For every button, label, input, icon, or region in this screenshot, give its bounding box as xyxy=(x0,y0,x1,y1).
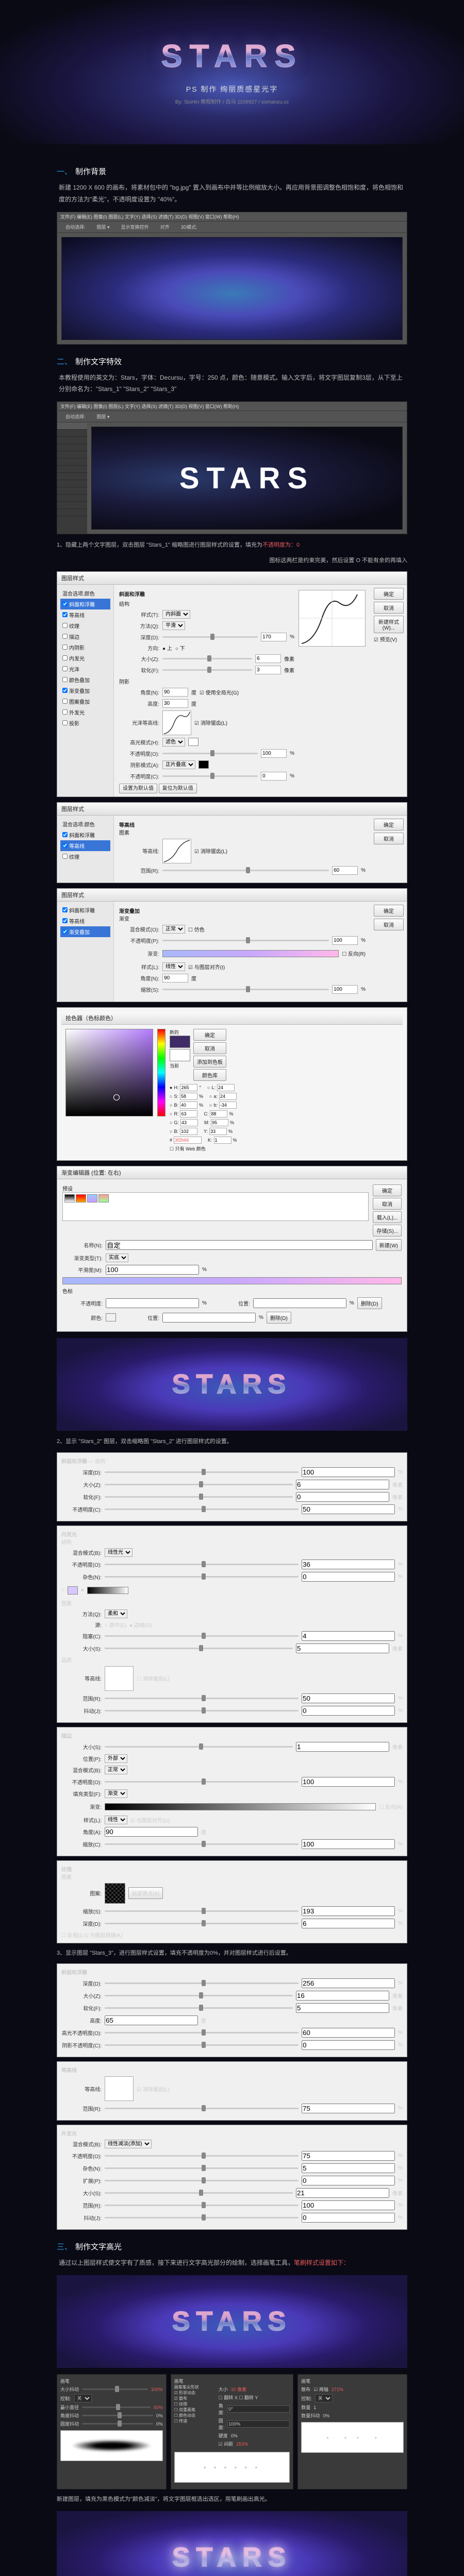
layer-style-contour-dialog: 图层样式 混合选项:颜色 斜面和浮雕 等高线 纹理 等高线 图素 等高线: ☑ … xyxy=(57,802,407,883)
brush-tip-panel: 画笔 画笔笔尖形状☑ 形状动态☑ 散布☐ 纹理☐ 双重画笔☐ 颜色动态☐ 传递 … xyxy=(171,2374,294,2489)
hero-title: STARS xyxy=(161,38,303,75)
cancel-button[interactable]: 取消 xyxy=(374,602,404,614)
brush-shape-panel: 画笔 大小抖动100% 控制:关 最小直径50% 角度抖动0% 圆度抖动0% xyxy=(57,2374,167,2489)
photoshop-window-2: 文件(F) 编辑(E) 图像(I) 图层(L) 文字(Y) 选择(S) 滤镜(T… xyxy=(57,401,407,534)
section-1-body: 新建 1200 X 600 的画布，将素材包中的 "bg.jpg" 置入到画布中… xyxy=(57,182,407,206)
ls-bevel-panel: 斜面和浮雕 结构 样式(T):内斜面 方法(Q):平滑 深度(D):% 方向:●… xyxy=(114,585,371,796)
hue-slider[interactable] xyxy=(157,1029,165,1116)
color-field[interactable] xyxy=(65,1029,153,1116)
note-2-1: 1、隐藏上两个文字图层，双击图层 "Stars_1" 缩略图进行图层样式的设置，… xyxy=(57,540,407,551)
stars-preview-3: STARS xyxy=(57,2511,407,2576)
ps-canvas-bg xyxy=(61,237,403,340)
note-2-3: 3、显示图层 "Stars_3"，进行图层样式设置，填充不透明度为0%，并对图层… xyxy=(57,1948,407,1959)
section-2-body: 本教程使用的英文为：Stars，字体：Decursu，字号：250 点，颜色：随… xyxy=(57,372,407,396)
section-2-title: 二、制作文字特效 xyxy=(57,356,407,367)
bevel-2-panel: 斜面和浮雕 — 结构 深度(D):% 大小(Z):像素 软化(F):像素 不透明… xyxy=(57,1452,407,1521)
ok-button[interactable]: 确定 xyxy=(374,588,404,600)
hero-subtitle: PS 制作 绚丽质感星光字 xyxy=(186,84,278,94)
reset-button[interactable]: 复位为默认值 xyxy=(159,784,197,793)
tip-text: 图标这两栏是约束完美，然后设置 O 不能有余的再填入 xyxy=(57,556,407,566)
texture-panel: 纹理 图素 图案: 贴紧原点(A) 缩放(S):% 深度(D):% ☐ 反相(I… xyxy=(57,1860,407,1943)
new-style-button[interactable]: 新建样式(W)... xyxy=(374,616,404,633)
canvas-text-white: STARS xyxy=(179,461,314,496)
outer-glow-panel: 外发光 混合模式(B):线性减淡(添加) 不透明度(O):% 杂色(N):% 扩… xyxy=(57,2125,407,2230)
note-2-2: 2、显示 "Stars_2" 图层，双击缩略图 "Stars_2" 进行图层样式… xyxy=(57,1437,407,1447)
ps-menubar: 文件(F) 编辑(E) 图像(I) 图层(L) 文字(Y) 选择(S) 滤镜(T… xyxy=(57,212,407,222)
gradient-editor-dialog: 渐变编辑器 (位置: 在右) 预设 确定取消载入(L)...存储(S)... 名… xyxy=(57,1166,407,1332)
bevel-3-panel: 斜面和浮雕 深度(D):% 大小(Z):像素 软化(F):像素 高度:度 高光不… xyxy=(57,1963,407,2057)
stars-preview-2: STARS xyxy=(57,2275,407,2368)
ls-effect-list[interactable]: 混合选项:颜色 斜面和浮雕 等高线 纹理 描边 内阴影 内发光 光泽 颜色叠加 … xyxy=(57,585,114,796)
contour-3-panel: 等高线 等高线: ☑ 消除锯齿(L) 范围(R):% xyxy=(57,2061,407,2121)
section-3-body: 通过以上图层样式使文字有了质感，接下来进行文字高光部分的绘制，选择画笔工具，笔刷… xyxy=(57,2257,407,2269)
gradient-ramp[interactable] xyxy=(62,1277,402,1284)
gradient-swatch[interactable] xyxy=(162,950,339,957)
pattern-swatch[interactable] xyxy=(105,1883,125,1904)
photoshop-window-1: 文件(F) 编辑(E) 图像(I) 图层(L) 文字(Y) 选择(S) 滤镜(T… xyxy=(57,212,407,345)
stroke-panel: 描边 大小(S):像素 位置(P):外部 混合模式(B):正常 不透明度(O):… xyxy=(57,1727,407,1856)
color-picker-dialog: 拾色器（色标颜色） 新的当前 确定取消添加到色板颜色库 ●H:°○L: ○S:%… xyxy=(57,1007,407,1161)
gloss-contour-preview xyxy=(299,590,366,647)
inner-glow-panel: 内发光 结构 混合模式(B):线性光 不透明度(O):% 杂色(N):% ○ ●… xyxy=(57,1526,407,1723)
section-3-title: 三、制作文字高光 xyxy=(57,2241,407,2252)
default-button[interactable]: 设置为默认值 xyxy=(119,784,157,793)
layer-style-gradient-dialog: 图层样式 斜面和浮雕 等高线 渐变叠加 渐变叠加 渐变 混合模式(O):正常 ☐… xyxy=(57,888,407,1002)
section-1-title: 一、制作背景 xyxy=(57,166,407,177)
stars-preview-1: STARS xyxy=(57,1338,407,1431)
ps-toolpalette xyxy=(57,422,87,534)
hero-banner: STARS PS 制作 绚丽质感星光字 By: SiuHin 教程制作 / 白马… xyxy=(0,0,464,144)
brush-scatter-panel: 画笔 散布 ☑ 两轴 271% 控制:关 数量1 数量抖动0% · ● · · … xyxy=(297,2374,407,2489)
layer-style-bevel-dialog: 图层样式 混合选项:颜色 斜面和浮雕 等高线 纹理 描边 内阴影 内发光 光泽 … xyxy=(57,571,407,797)
hero-author: By: SiuHin 教程制作 / 白马 1109927 / somanzu.c… xyxy=(175,98,289,107)
note-3b: 新建图层，填充为黑色模式为"颜色减淡"，将文字图层框选出选区，用笔刷画出高光。 xyxy=(57,2495,407,2505)
ps-toolbar: 自动选择:图层 ▾显示变换控件对齐3D模式: xyxy=(57,222,407,233)
